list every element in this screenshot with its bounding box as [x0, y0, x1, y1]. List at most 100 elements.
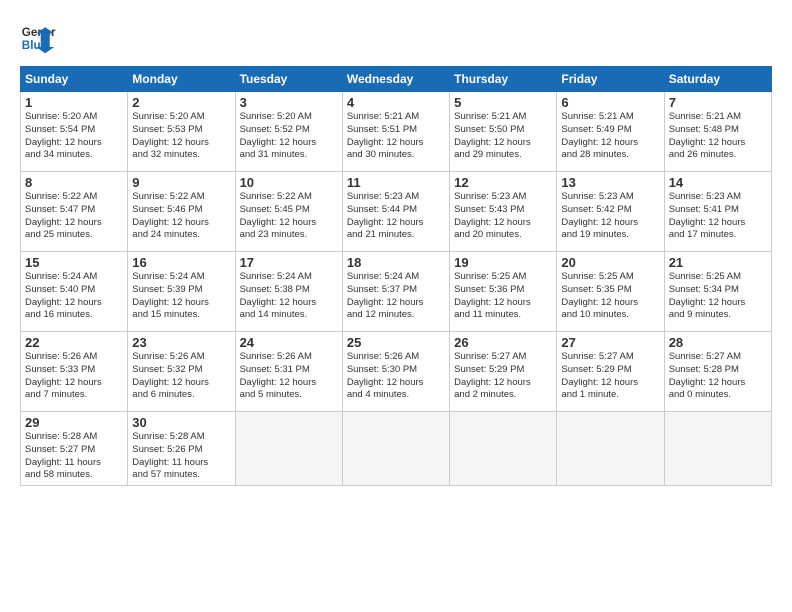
calendar-cell: 3Sunrise: 5:20 AM Sunset: 5:52 PM Daylig… [235, 92, 342, 172]
day-number: 30 [132, 415, 230, 430]
day-number: 4 [347, 95, 445, 110]
calendar-cell: 24Sunrise: 5:26 AM Sunset: 5:31 PM Dayli… [235, 332, 342, 412]
calendar-cell: 13Sunrise: 5:23 AM Sunset: 5:42 PM Dayli… [557, 172, 664, 252]
day-info: Sunrise: 5:21 AM Sunset: 5:48 PM Dayligh… [669, 111, 767, 162]
calendar-cell: 23Sunrise: 5:26 AM Sunset: 5:32 PM Dayli… [128, 332, 235, 412]
day-info: Sunrise: 5:23 AM Sunset: 5:43 PM Dayligh… [454, 191, 552, 242]
day-number: 14 [669, 175, 767, 190]
day-info: Sunrise: 5:22 AM Sunset: 5:45 PM Dayligh… [240, 191, 338, 242]
day-header-sunday: Sunday [21, 67, 128, 92]
day-number: 18 [347, 255, 445, 270]
day-number: 1 [25, 95, 123, 110]
day-info: Sunrise: 5:24 AM Sunset: 5:37 PM Dayligh… [347, 271, 445, 322]
day-header-tuesday: Tuesday [235, 67, 342, 92]
day-info: Sunrise: 5:28 AM Sunset: 5:26 PM Dayligh… [132, 431, 230, 482]
day-number: 19 [454, 255, 552, 270]
day-info: Sunrise: 5:21 AM Sunset: 5:50 PM Dayligh… [454, 111, 552, 162]
calendar-cell [664, 412, 771, 486]
day-info: Sunrise: 5:27 AM Sunset: 5:29 PM Dayligh… [561, 351, 659, 402]
day-info: Sunrise: 5:20 AM Sunset: 5:53 PM Dayligh… [132, 111, 230, 162]
calendar-cell [235, 412, 342, 486]
day-number: 21 [669, 255, 767, 270]
header: General Blue [20, 20, 772, 56]
calendar-table: SundayMondayTuesdayWednesdayThursdayFrid… [20, 66, 772, 486]
calendar-cell: 1Sunrise: 5:20 AM Sunset: 5:54 PM Daylig… [21, 92, 128, 172]
day-number: 3 [240, 95, 338, 110]
calendar-cell [342, 412, 449, 486]
calendar-cell: 21Sunrise: 5:25 AM Sunset: 5:34 PM Dayli… [664, 252, 771, 332]
calendar-cell: 12Sunrise: 5:23 AM Sunset: 5:43 PM Dayli… [450, 172, 557, 252]
day-number: 24 [240, 335, 338, 350]
day-number: 29 [25, 415, 123, 430]
day-info: Sunrise: 5:28 AM Sunset: 5:27 PM Dayligh… [25, 431, 123, 482]
calendar-cell: 16Sunrise: 5:24 AM Sunset: 5:39 PM Dayli… [128, 252, 235, 332]
calendar-cell [450, 412, 557, 486]
calendar-cell: 6Sunrise: 5:21 AM Sunset: 5:49 PM Daylig… [557, 92, 664, 172]
logo-icon: General Blue [20, 20, 56, 56]
calendar-cell: 15Sunrise: 5:24 AM Sunset: 5:40 PM Dayli… [21, 252, 128, 332]
day-number: 10 [240, 175, 338, 190]
day-number: 28 [669, 335, 767, 350]
day-number: 20 [561, 255, 659, 270]
day-header-wednesday: Wednesday [342, 67, 449, 92]
day-number: 16 [132, 255, 230, 270]
day-info: Sunrise: 5:26 AM Sunset: 5:33 PM Dayligh… [25, 351, 123, 402]
calendar-week-1: 8Sunrise: 5:22 AM Sunset: 5:47 PM Daylig… [21, 172, 772, 252]
day-info: Sunrise: 5:24 AM Sunset: 5:40 PM Dayligh… [25, 271, 123, 322]
day-number: 12 [454, 175, 552, 190]
calendar-cell: 22Sunrise: 5:26 AM Sunset: 5:33 PM Dayli… [21, 332, 128, 412]
calendar-page: General Blue SundayMondayTuesdayWednesda… [0, 0, 792, 496]
calendar-week-2: 15Sunrise: 5:24 AM Sunset: 5:40 PM Dayli… [21, 252, 772, 332]
day-number: 13 [561, 175, 659, 190]
day-info: Sunrise: 5:27 AM Sunset: 5:28 PM Dayligh… [669, 351, 767, 402]
calendar-cell: 7Sunrise: 5:21 AM Sunset: 5:48 PM Daylig… [664, 92, 771, 172]
calendar-cell: 18Sunrise: 5:24 AM Sunset: 5:37 PM Dayli… [342, 252, 449, 332]
calendar-cell: 20Sunrise: 5:25 AM Sunset: 5:35 PM Dayli… [557, 252, 664, 332]
day-info: Sunrise: 5:25 AM Sunset: 5:36 PM Dayligh… [454, 271, 552, 322]
day-number: 5 [454, 95, 552, 110]
calendar-cell [557, 412, 664, 486]
day-number: 8 [25, 175, 123, 190]
day-number: 11 [347, 175, 445, 190]
day-header-thursday: Thursday [450, 67, 557, 92]
day-header-monday: Monday [128, 67, 235, 92]
day-info: Sunrise: 5:26 AM Sunset: 5:32 PM Dayligh… [132, 351, 230, 402]
day-number: 15 [25, 255, 123, 270]
calendar-cell: 10Sunrise: 5:22 AM Sunset: 5:45 PM Dayli… [235, 172, 342, 252]
calendar-cell: 9Sunrise: 5:22 AM Sunset: 5:46 PM Daylig… [128, 172, 235, 252]
day-info: Sunrise: 5:23 AM Sunset: 5:41 PM Dayligh… [669, 191, 767, 242]
day-info: Sunrise: 5:23 AM Sunset: 5:42 PM Dayligh… [561, 191, 659, 242]
day-info: Sunrise: 5:23 AM Sunset: 5:44 PM Dayligh… [347, 191, 445, 242]
calendar-week-3: 22Sunrise: 5:26 AM Sunset: 5:33 PM Dayli… [21, 332, 772, 412]
day-info: Sunrise: 5:20 AM Sunset: 5:52 PM Dayligh… [240, 111, 338, 162]
calendar-cell: 29Sunrise: 5:28 AM Sunset: 5:27 PM Dayli… [21, 412, 128, 486]
calendar-cell: 26Sunrise: 5:27 AM Sunset: 5:29 PM Dayli… [450, 332, 557, 412]
day-info: Sunrise: 5:21 AM Sunset: 5:49 PM Dayligh… [561, 111, 659, 162]
calendar-header-row: SundayMondayTuesdayWednesdayThursdayFrid… [21, 67, 772, 92]
day-info: Sunrise: 5:27 AM Sunset: 5:29 PM Dayligh… [454, 351, 552, 402]
day-header-saturday: Saturday [664, 67, 771, 92]
calendar-cell: 4Sunrise: 5:21 AM Sunset: 5:51 PM Daylig… [342, 92, 449, 172]
calendar-cell: 27Sunrise: 5:27 AM Sunset: 5:29 PM Dayli… [557, 332, 664, 412]
day-header-friday: Friday [557, 67, 664, 92]
calendar-cell: 14Sunrise: 5:23 AM Sunset: 5:41 PM Dayli… [664, 172, 771, 252]
calendar-body: 1Sunrise: 5:20 AM Sunset: 5:54 PM Daylig… [21, 92, 772, 486]
day-number: 22 [25, 335, 123, 350]
calendar-cell: 5Sunrise: 5:21 AM Sunset: 5:50 PM Daylig… [450, 92, 557, 172]
day-info: Sunrise: 5:25 AM Sunset: 5:35 PM Dayligh… [561, 271, 659, 322]
day-info: Sunrise: 5:22 AM Sunset: 5:47 PM Dayligh… [25, 191, 123, 242]
calendar-cell: 25Sunrise: 5:26 AM Sunset: 5:30 PM Dayli… [342, 332, 449, 412]
calendar-cell: 19Sunrise: 5:25 AM Sunset: 5:36 PM Dayli… [450, 252, 557, 332]
calendar-cell: 8Sunrise: 5:22 AM Sunset: 5:47 PM Daylig… [21, 172, 128, 252]
calendar-cell: 17Sunrise: 5:24 AM Sunset: 5:38 PM Dayli… [235, 252, 342, 332]
calendar-week-4: 29Sunrise: 5:28 AM Sunset: 5:27 PM Dayli… [21, 412, 772, 486]
day-info: Sunrise: 5:22 AM Sunset: 5:46 PM Dayligh… [132, 191, 230, 242]
day-number: 7 [669, 95, 767, 110]
calendar-week-0: 1Sunrise: 5:20 AM Sunset: 5:54 PM Daylig… [21, 92, 772, 172]
calendar-cell: 2Sunrise: 5:20 AM Sunset: 5:53 PM Daylig… [128, 92, 235, 172]
day-info: Sunrise: 5:24 AM Sunset: 5:38 PM Dayligh… [240, 271, 338, 322]
day-number: 27 [561, 335, 659, 350]
day-info: Sunrise: 5:26 AM Sunset: 5:31 PM Dayligh… [240, 351, 338, 402]
day-number: 6 [561, 95, 659, 110]
calendar-cell: 11Sunrise: 5:23 AM Sunset: 5:44 PM Dayli… [342, 172, 449, 252]
